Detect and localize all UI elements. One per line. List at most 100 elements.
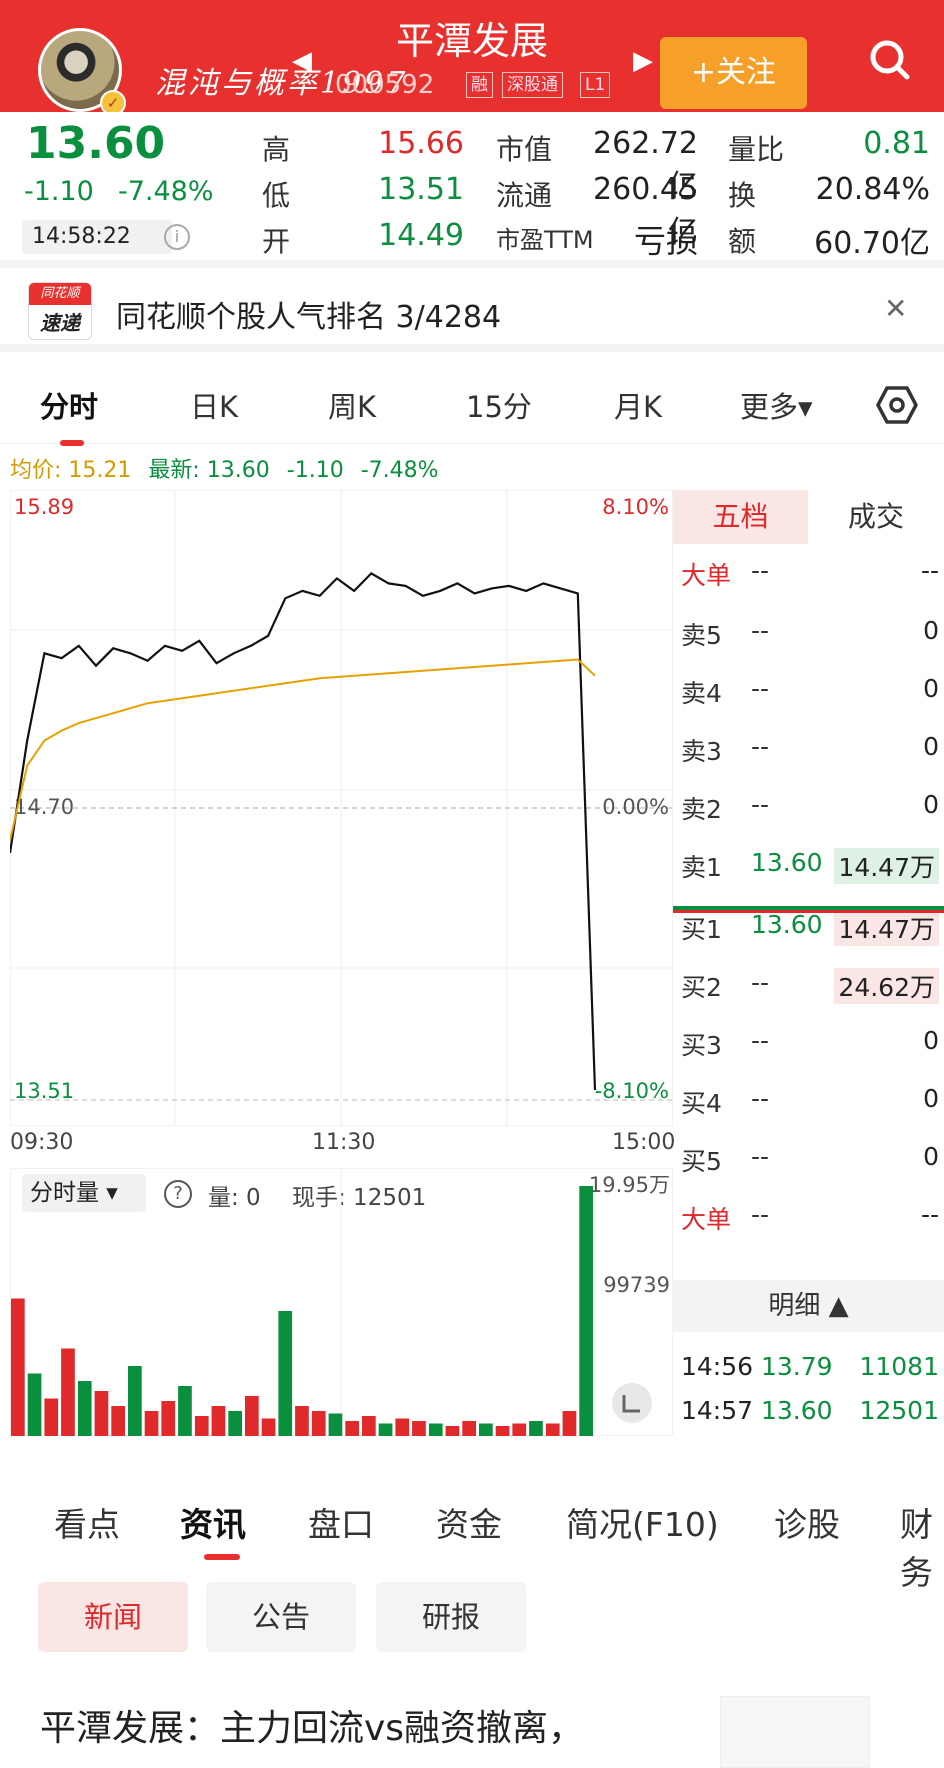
pct-top-label: 8.10%	[602, 495, 669, 519]
order-book-row[interactable]: 买2 -- 24.62万	[677, 968, 939, 1008]
high-value: 15.66	[378, 126, 464, 161]
volume-bar	[495, 1426, 510, 1436]
volume-bars	[11, 1186, 593, 1436]
tab-weekly-k[interactable]: 周K	[328, 384, 376, 426]
volume-bar	[295, 1406, 309, 1436]
info-tab[interactable]: 看点	[54, 1498, 120, 1546]
order-book-row[interactable]: 买3 -- 0	[677, 1026, 939, 1066]
volume-bar	[77, 1381, 92, 1436]
open-value: 14.49	[378, 218, 464, 253]
info-tab[interactable]: 财务	[900, 1498, 944, 1594]
expand-icon[interactable]	[612, 1383, 652, 1423]
close-icon[interactable]: ✕	[884, 292, 907, 325]
volume-chart[interactable]: 19.95万 99739	[10, 1168, 673, 1436]
pill-news[interactable]: 新闻	[38, 1582, 188, 1652]
info-tab[interactable]: 诊股	[774, 1498, 840, 1546]
order-book-row[interactable]: 买4 -- 0	[677, 1084, 939, 1124]
price-info-line: 均价: 15.21 最新: 13.60 -1.10 -7.48%	[10, 452, 439, 484]
order-level-label: 买3	[681, 1031, 722, 1060]
volume-bar	[462, 1421, 476, 1436]
turnover-label: 换	[728, 179, 757, 212]
volratio-label: 量比	[728, 133, 785, 166]
news-thumbnail[interactable]	[720, 1696, 870, 1768]
info-tab[interactable]: 资金	[436, 1498, 502, 1546]
order-book-row[interactable]: 卖3 -- 0	[677, 732, 939, 772]
order-book-row[interactable]: 大单 -- --	[677, 556, 939, 596]
intraday-chart[interactable]: 15.89 14.70 13.51 8.10% 0.00% -8.10%	[10, 490, 673, 1126]
search-icon[interactable]	[866, 36, 912, 82]
order-book-row[interactable]: 卖1 13.60 14.47万	[677, 848, 939, 888]
price-change: -1.10	[24, 176, 94, 207]
order-volume: 14.47万	[834, 848, 939, 884]
volume-bar	[328, 1413, 343, 1436]
trade-time: 14:56	[681, 1352, 754, 1381]
open-label: 开	[262, 225, 291, 258]
volume-bar	[11, 1298, 25, 1436]
order-level-label: 买5	[681, 1147, 722, 1176]
latest-change-pct: -7.48%	[360, 458, 439, 483]
logo-top-text: 同花顺	[29, 283, 91, 305]
pill-research[interactable]: 研报	[376, 1582, 526, 1652]
order-price: --	[751, 968, 770, 997]
vol-max-label: 19.95万	[589, 1173, 670, 1197]
latest-change: -1.10	[286, 458, 344, 483]
order-book-row[interactable]: 买5 -- 0	[677, 1142, 939, 1182]
order-book-row[interactable]: 卖2 -- 0	[677, 790, 939, 830]
order-level-label: 卖2	[681, 795, 722, 824]
volume-bar	[378, 1423, 393, 1436]
low-value: 13.51	[378, 172, 464, 207]
settings-icon[interactable]	[876, 384, 918, 426]
stock-header: ✓ 混沌与概率1997 平潭发展 ◀ ▶ 000592 融 深股通 L1 +关注	[0, 0, 944, 116]
volume-bar	[395, 1418, 410, 1436]
book-divider-buy	[673, 910, 944, 913]
order-price: 13.60	[751, 848, 823, 877]
x-tick-close: 15:00	[612, 1130, 676, 1155]
detail-toggle[interactable]: 明细 ▲	[673, 1280, 944, 1332]
info-icon[interactable]: i	[164, 224, 190, 250]
order-price: --	[751, 616, 770, 645]
order-book-row[interactable]: 卖5 -- 0	[677, 616, 939, 656]
volume-bar	[161, 1401, 176, 1436]
active-tab-indicator	[60, 440, 84, 446]
order-book-panel: 五档 成交 大单 -- -- 卖5 -- 0 卖4 -- 0 卖3 -- 0 卖2 -- 0 卖1 13.60 1…	[673, 490, 944, 1434]
order-volume: 0	[923, 1026, 939, 1055]
tab-15min[interactable]: 15分	[466, 384, 532, 426]
tab-more[interactable]: 更多▾	[740, 384, 813, 426]
x-tick-midday: 11:30	[312, 1130, 376, 1155]
tab-daily-k[interactable]: 日K	[190, 384, 238, 426]
pill-announcements[interactable]: 公告	[206, 1582, 356, 1652]
x-tick-open: 09:30	[10, 1130, 74, 1155]
level-tag: L1	[580, 72, 611, 98]
order-level-label: 卖3	[681, 737, 722, 766]
info-tab[interactable]: 资讯	[180, 1498, 246, 1546]
tab-five-levels[interactable]: 五档	[673, 490, 808, 544]
order-level-label: 买2	[681, 973, 722, 1002]
order-book-row[interactable]: 大单 -- --	[677, 1200, 939, 1240]
next-stock-icon[interactable]: ▶	[633, 46, 653, 76]
order-price: --	[751, 1142, 770, 1171]
volume-bar	[194, 1416, 209, 1436]
volume-bar	[579, 1186, 593, 1436]
prev-stock-icon[interactable]: ◀	[292, 46, 312, 76]
info-tabs: 看点 资讯 盘口 资金 简况(F10) 诊股 财务	[0, 1470, 944, 1592]
order-price: --	[751, 674, 770, 703]
tab-monthly-k[interactable]: 月K	[614, 384, 662, 426]
news-headline[interactable]: 平潭发展：主力回流vs融资撤离，	[40, 1700, 584, 1758]
order-level-label: 买1	[681, 915, 722, 944]
volume-bar	[278, 1311, 293, 1436]
tab-trades[interactable]: 成交	[808, 490, 944, 544]
pe-label: 市盈TTM	[496, 226, 594, 254]
banner-text: 同花顺个股人气排名 3/4284	[116, 300, 502, 335]
order-level-label: 卖4	[681, 679, 722, 708]
order-level-label: 大单	[681, 561, 732, 590]
info-tab[interactable]: 简况(F10)	[566, 1498, 719, 1546]
tab-intraday[interactable]: 分时	[40, 384, 98, 426]
order-book-row[interactable]: 买1 13.60 14.47万	[677, 910, 939, 950]
popularity-banner[interactable]: 同花顺 速递 同花顺个股人气排名 3/4284 ✕	[0, 270, 944, 352]
follow-button[interactable]: +关注	[660, 37, 807, 109]
connect-tag: 深股通	[502, 72, 563, 98]
volratio-value: 0.81	[863, 126, 930, 161]
order-book-row[interactable]: 卖4 -- 0	[677, 674, 939, 714]
order-volume: 0	[923, 732, 939, 761]
info-tab[interactable]: 盘口	[308, 1498, 374, 1546]
